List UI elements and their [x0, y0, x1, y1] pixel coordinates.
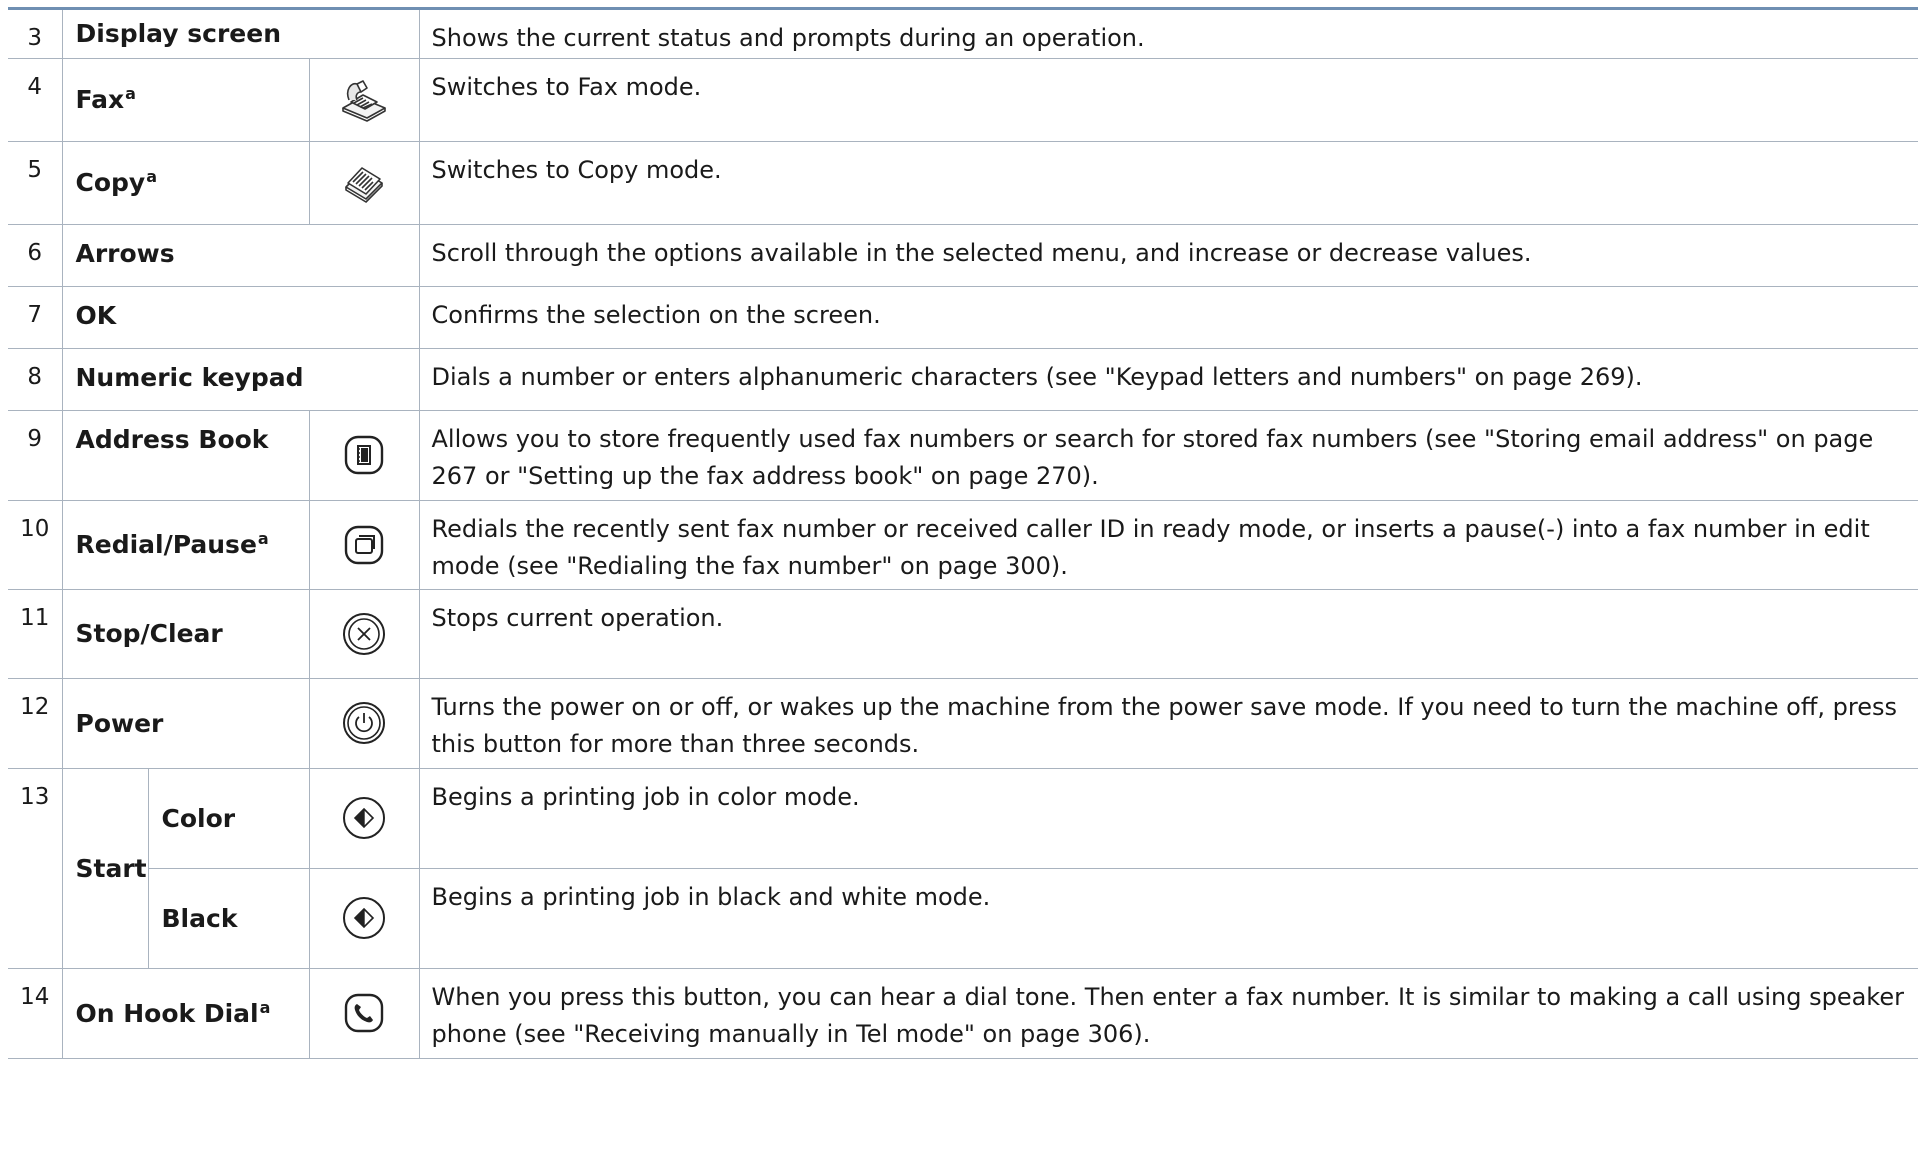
row-number: 6: [8, 224, 63, 287]
feature-name-text: Copy: [75, 168, 146, 197]
feature-description: Begins a printing job in black and white…: [419, 868, 1918, 969]
row-number: 12: [8, 678, 63, 769]
start-icon: [343, 797, 385, 839]
control-panel-table-page: 3 Display screen Shows the current statu…: [0, 0, 1921, 1161]
footnote-marker: a: [259, 997, 271, 1017]
power-icon: [343, 702, 385, 744]
feature-name: Copya: [62, 141, 310, 225]
fax-icon-cell: [309, 58, 420, 142]
table-row: 7 OK Confirms the selection on the scree…: [8, 286, 1918, 349]
table-row: 6 Arrows Scroll through the options avai…: [8, 224, 1918, 287]
address-book-icon: [344, 435, 384, 475]
feature-name-text: Fax: [75, 85, 125, 114]
table-row: 13 Start Color Begins a printing job in …: [8, 768, 1918, 969]
feature-description: Switches to Copy mode.: [419, 141, 1918, 225]
stop-clear-icon: [343, 612, 385, 655]
table-row: 8 Numeric keypad Dials a number or enter…: [8, 348, 1918, 411]
table-row: 11 Stop/Clear Stops current operation.: [8, 589, 1918, 679]
copy-icon: [345, 166, 383, 203]
footnote-marker: a: [257, 529, 269, 548]
copy-icon-cell: [309, 141, 420, 225]
table-row: 12 Power Turns the power on or off, or w…: [8, 678, 1918, 769]
redial-pause-icon: [344, 525, 384, 564]
feature-description: Redials the recently sent fax number or …: [419, 500, 1918, 590]
row-number: 5: [8, 141, 63, 225]
table-row: 10 Redial/Pausea Redials the recently se…: [8, 500, 1918, 590]
feature-name: Start: [62, 768, 149, 969]
start-black-icon-cell: [309, 868, 420, 969]
row-number: 14: [8, 968, 63, 1059]
start-color-icon-cell: [309, 768, 420, 869]
feature-description: Confirms the selection on the screen.: [419, 286, 1918, 349]
feature-name: Stop/Clear: [62, 589, 310, 679]
feature-name: OK: [62, 286, 420, 349]
feature-name: Redial/Pausea: [62, 500, 310, 590]
control-panel-table: 3 Display screen Shows the current statu…: [8, 10, 1918, 1059]
feature-name-text: On Hook Dial: [75, 998, 259, 1028]
feature-description: Dials a number or enters alphanumeric ch…: [419, 348, 1918, 411]
row-number: 11: [8, 589, 63, 679]
row-number: 4: [8, 58, 63, 142]
feature-name: Arrows: [62, 224, 420, 287]
feature-description: When you press this button, you can hear…: [419, 968, 1918, 1059]
on-hook-dial-icon-cell: [309, 968, 420, 1059]
feature-description: Allows you to store frequently used fax …: [419, 410, 1918, 501]
row-number: 7: [8, 286, 63, 349]
feature-name: Power: [62, 678, 310, 769]
fax-icon: [342, 79, 386, 122]
feature-name: Numeric keypad: [62, 348, 420, 411]
feature-name: Faxa: [62, 58, 310, 142]
feature-description: Turns the power on or off, or wakes up t…: [419, 678, 1918, 769]
row-number: 8: [8, 348, 63, 411]
stop-clear-icon-cell: [309, 589, 420, 679]
table-row: Black Begins a printing job in black and…: [8, 868, 1918, 969]
power-icon-cell: [309, 678, 420, 769]
on-hook-dial-icon: [344, 993, 384, 1033]
sub-feature-name: Color: [148, 768, 310, 869]
start-icon: [343, 897, 385, 939]
feature-description: Switches to Fax mode.: [419, 58, 1918, 142]
footnote-marker: a: [146, 167, 158, 186]
table-row: 4 Faxa Switches to Fax mode.: [8, 58, 1918, 142]
row-number: 3: [8, 10, 63, 59]
feature-name-text: Redial/Pause: [75, 530, 257, 559]
feature-name: On Hook Diala: [62, 968, 310, 1059]
feature-name: Display screen: [62, 10, 420, 59]
row-number: 9: [8, 410, 63, 501]
table-row: 14 On Hook Diala When you press this but…: [8, 968, 1918, 1059]
footnote-marker: a: [125, 84, 136, 103]
feature-description: Scroll through the options available in …: [419, 224, 1918, 287]
feature-description: Shows the current status and prompts dur…: [419, 10, 1918, 59]
table-row: 9 Address Book Allows you to store frequ…: [8, 410, 1918, 501]
table-row: 5 Copya Switches to Copy mode.: [8, 141, 1918, 225]
table-row: 3 Display screen Shows the current statu…: [8, 10, 1918, 59]
sub-feature-name: Black: [148, 868, 310, 969]
redial-pause-icon-cell: [309, 500, 420, 590]
row-number: 10: [8, 500, 63, 590]
row-number: 13: [8, 768, 63, 969]
feature-name: Address Book: [62, 410, 310, 501]
feature-description: Stops current operation.: [419, 589, 1918, 679]
feature-description: Begins a printing job in color mode.: [419, 768, 1918, 869]
address-book-icon-cell: [309, 410, 420, 501]
